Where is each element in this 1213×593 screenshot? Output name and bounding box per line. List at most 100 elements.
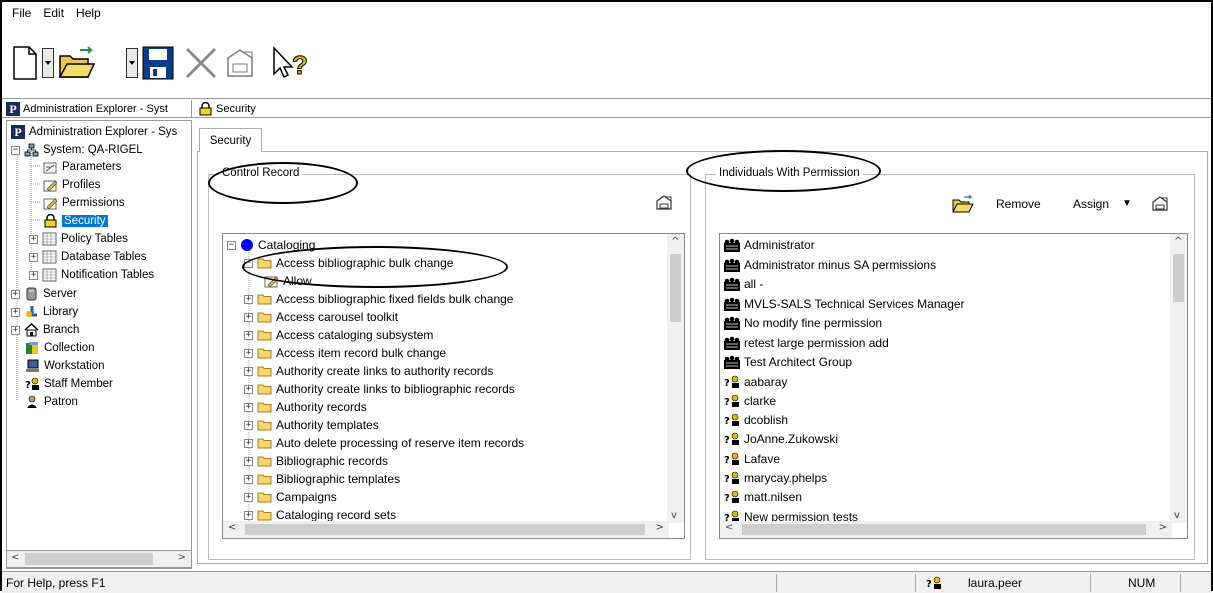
tree-node-cataloging[interactable]: − Cataloging <box>227 236 315 254</box>
tree-node-parameters[interactable]: Parameters <box>43 158 121 176</box>
permission-user-item[interactable]: ? marycay.phelps <box>724 469 827 487</box>
scroll-left-icon[interactable]: < <box>725 522 733 533</box>
tree-node-control-record-item[interactable]: + Access item record bulk change <box>244 344 446 362</box>
administration-explorer-tree[interactable]: P Administration Explorer - Sys − System… <box>6 120 192 569</box>
tree-node-control-record-item[interactable]: + Bibliographic records <box>244 452 388 470</box>
scroll-right-icon[interactable]: > <box>1159 522 1167 533</box>
expand-icon[interactable]: + <box>244 474 253 484</box>
expand-icon[interactable]: + <box>244 366 253 376</box>
individuals-list[interactable]: Administrator Administrator minus SA perm… <box>719 233 1188 539</box>
expand-icon[interactable]: + <box>244 438 253 448</box>
scrollbar-thumb[interactable] <box>742 524 1146 535</box>
expand-icon[interactable]: + <box>29 252 38 262</box>
control-record-tree[interactable]: − Cataloging − Access bibliographic bulk… <box>222 233 685 539</box>
expand-icon[interactable]: + <box>244 384 253 394</box>
expand-icon[interactable]: + <box>11 289 20 299</box>
tree-node-control-record-item[interactable]: + Authority records <box>244 398 367 416</box>
collapse-icon[interactable]: − <box>11 145 20 155</box>
new-dropdown-chevron-down-icon[interactable] <box>42 48 54 78</box>
permission-group-item[interactable]: all - <box>724 275 763 293</box>
assign-dropdown-chevron-down-icon[interactable]: ▼ <box>1122 198 1132 209</box>
tree-node-database-tables[interactable]: + Database Tables <box>29 248 146 266</box>
control-record-horizontal-scrollbar[interactable]: < > <box>223 521 669 538</box>
tree-node-control-record-item[interactable]: + Bibliographic templates <box>244 470 400 488</box>
permission-group-item[interactable]: Administrator minus SA permissions <box>724 256 936 274</box>
tree-node-allow[interactable]: Allow <box>264 272 312 290</box>
permission-group-item[interactable]: MVLS-SALS Technical Services Manager <box>724 295 965 313</box>
expand-icon[interactable]: + <box>244 312 253 322</box>
permission-user-item[interactable]: ? aabaray <box>724 373 787 391</box>
expand-icon[interactable]: + <box>244 420 253 430</box>
open-folder-icon[interactable] <box>952 194 974 216</box>
tree-node-profiles[interactable]: Profiles <box>43 176 100 194</box>
expand-icon[interactable]: + <box>244 456 253 466</box>
tree-node-control-record-item[interactable]: + Auto delete processing of reserve item … <box>244 434 524 452</box>
control-record-vertical-scrollbar[interactable]: ^ v <box>667 234 684 523</box>
expand-icon[interactable]: + <box>244 510 253 520</box>
assign-button[interactable]: Assign <box>1073 197 1109 211</box>
new-document-icon[interactable] <box>12 46 38 80</box>
scroll-down-icon[interactable]: v <box>1174 510 1180 521</box>
individuals-properties-icon[interactable] <box>1151 194 1169 215</box>
individuals-horizontal-scrollbar[interactable]: < > <box>720 521 1172 538</box>
expand-icon[interactable]: + <box>244 294 253 304</box>
tree-node-permissions[interactable]: Permissions <box>43 194 125 212</box>
tree-node-notification-tables[interactable]: + Notification Tables <box>29 266 154 284</box>
scroll-left-icon[interactable]: < <box>11 552 19 563</box>
tree-node-access-bibliographic-bulk-change[interactable]: − Access bibliographic bulk change <box>244 254 453 272</box>
scroll-up-icon[interactable]: ^ <box>1174 236 1182 247</box>
tree-node-policy-tables[interactable]: + Policy Tables <box>29 230 128 248</box>
control-record-properties-icon[interactable] <box>655 193 673 214</box>
tree-node-control-record-item[interactable]: + Campaigns <box>244 488 337 506</box>
tab-security[interactable]: Security <box>199 128 262 152</box>
tree-node-patron[interactable]: Patron <box>25 393 78 411</box>
expand-icon[interactable]: + <box>244 402 253 412</box>
context-help-icon[interactable]: ? <box>272 46 308 80</box>
menu-help[interactable]: Help <box>70 6 107 20</box>
expand-icon[interactable]: + <box>11 307 20 317</box>
tree-node-control-record-item[interactable]: + Access carousel toolkit <box>244 308 398 326</box>
tree-node-system[interactable]: − System: QA-RIGEL <box>11 141 143 159</box>
tree-node-branch[interactable]: + Branch <box>11 321 79 339</box>
menu-edit[interactable]: Edit <box>37 6 70 20</box>
tree-node-control-record-item[interactable]: + Access cataloging subsystem <box>244 326 433 344</box>
permission-user-item[interactable]: ? Lafave <box>724 450 780 468</box>
expand-icon[interactable]: + <box>244 492 253 502</box>
scrollbar-thumb[interactable] <box>25 553 153 565</box>
open-dropdown-chevron-down-icon[interactable] <box>126 48 138 78</box>
scrollbar-thumb[interactable] <box>670 254 681 322</box>
individuals-vertical-scrollbar[interactable]: ^ v <box>1170 234 1187 523</box>
tree-node-server[interactable]: + Server <box>11 285 77 303</box>
scroll-down-icon[interactable]: v <box>671 510 677 521</box>
collapse-icon[interactable]: − <box>244 258 253 268</box>
scrollbar-thumb[interactable] <box>1173 254 1184 302</box>
tree-node-collection[interactable]: Collection <box>25 339 95 357</box>
delete-x-icon[interactable] <box>184 46 218 80</box>
tree-node-staff-member[interactable]: ? Staff Member <box>25 375 113 393</box>
remove-button[interactable]: Remove <box>996 197 1041 211</box>
tree-node-workstation[interactable]: Workstation <box>25 357 105 375</box>
expand-icon[interactable]: + <box>11 325 20 335</box>
permission-user-item[interactable]: ? JoAnne.Zukowski <box>724 430 838 448</box>
permission-group-item[interactable]: Test Architect Group <box>724 353 852 371</box>
open-folder-icon[interactable] <box>58 46 96 80</box>
expand-icon[interactable]: + <box>244 330 253 340</box>
scroll-right-icon[interactable]: > <box>178 552 186 563</box>
tree-node-control-record-item[interactable]: + Authority create links to bibliographic… <box>244 380 515 398</box>
properties-icon[interactable] <box>226 46 256 80</box>
tree-node-control-record-item[interactable]: + Access bibliographic fixed fields bulk … <box>244 290 513 308</box>
menu-file[interactable]: File <box>6 6 37 20</box>
expand-icon[interactable]: + <box>244 348 253 358</box>
scroll-up-icon[interactable]: ^ <box>671 236 679 247</box>
tree-horizontal-scrollbar[interactable]: < > <box>6 550 192 568</box>
tree-node-control-record-item[interactable]: + Authority templates <box>244 416 379 434</box>
tree-node-control-record-item[interactable]: + Authority create links to authority rec… <box>244 362 493 380</box>
permission-user-item[interactable]: ? dcoblish <box>724 411 788 429</box>
scrollbar-thumb[interactable] <box>245 524 645 535</box>
expand-icon[interactable]: + <box>29 270 38 280</box>
tree-node-library[interactable]: + Library <box>11 303 78 321</box>
permission-group-item[interactable]: retest large permission add <box>724 334 889 352</box>
permission-user-item[interactable]: ? matt.nilsen <box>724 488 802 506</box>
collapse-icon[interactable]: − <box>227 240 236 250</box>
tree-node-security[interactable]: Security <box>43 212 108 230</box>
